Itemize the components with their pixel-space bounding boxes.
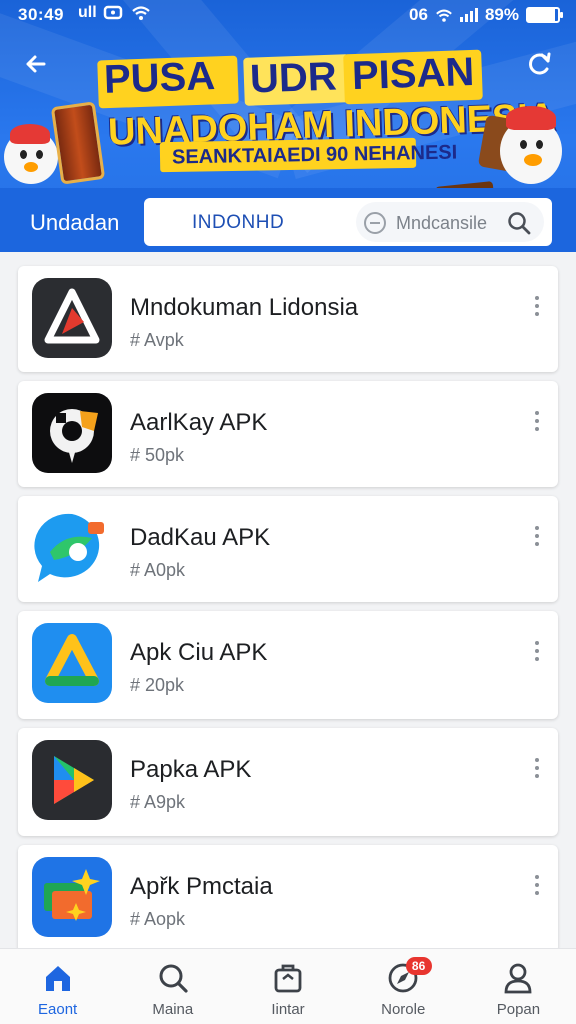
carrier-marks: ull [78, 4, 97, 21]
nav-label: Popan [496, 1001, 541, 1018]
more-options-icon[interactable] [532, 758, 542, 782]
drink-can-illustration [50, 101, 106, 185]
mascot-left-illustration [4, 124, 60, 186]
nav-item-search[interactable]: Maina [115, 949, 230, 1024]
list-item[interactable]: Apk Ciu APK # 20pk [18, 611, 558, 719]
app-meta: # 20pk [130, 675, 185, 695]
battery-icon [526, 7, 563, 23]
list-item[interactable]: Mndokuman Lidonsia # Avpk [18, 266, 558, 372]
nav-item-home[interactable]: Eaont [0, 949, 115, 1024]
status-right: 06 89% [409, 5, 563, 25]
nav-item-compass[interactable]: 86 Norole [346, 949, 461, 1024]
search-icon[interactable] [506, 210, 532, 236]
person-icon [505, 963, 532, 994]
search-icon [159, 964, 188, 993]
drive-triangle-icon [32, 623, 112, 703]
list-item[interactable]: AarlKay APK # 50pk [18, 381, 558, 487]
app-meta: # Aopk [130, 909, 186, 929]
banner-title-part: PUSA [103, 54, 216, 102]
clear-icon[interactable] [364, 212, 386, 234]
app-list: Mndokuman Lidonsia # Avpk AarlKay APK # … [18, 266, 558, 962]
wifi-icon [436, 9, 452, 22]
battery-fill [528, 9, 555, 21]
list-item[interactable]: Apřk Pmctaia # Aopk [18, 845, 558, 953]
app-name: AarlKay APK [130, 409, 268, 436]
chat-bubble-icon [32, 508, 112, 588]
more-options-icon[interactable] [532, 296, 542, 320]
nav-item-bag[interactable]: Iintar [230, 949, 345, 1024]
app-meta: # Avpk [130, 330, 184, 350]
app-meta: # 50pk [130, 445, 185, 465]
app-name: DadKau APK [130, 524, 271, 551]
nav-label: Eaont [38, 1001, 78, 1018]
notification-badge: 86 [405, 957, 432, 975]
nav-label: Norole [381, 1001, 426, 1018]
more-options-icon[interactable] [532, 411, 542, 435]
notification-icon [103, 5, 122, 20]
list-item[interactable]: Papka APK # A9pk [18, 728, 558, 836]
app-meta: # A0pk [130, 560, 186, 580]
app-name: Mndokuman Lidonsia [130, 294, 359, 321]
bottom-navigation: Eaont Maina Iintar 86 Norole Popan [0, 948, 576, 1024]
battery-percent: 89% [484, 5, 519, 24]
search-row: Undadan INDONHD Mndcansile [0, 188, 576, 252]
more-options-icon[interactable] [532, 875, 542, 899]
triangle-logo-icon [32, 278, 112, 358]
wifi-icon [131, 6, 150, 20]
mascot-right-illustration [500, 106, 564, 186]
status-left-icons: ull [78, 4, 151, 22]
nav-item-profile[interactable]: Popan [461, 949, 576, 1024]
signal-icon [459, 8, 478, 22]
search-input[interactable]: Mndcansile [356, 202, 544, 242]
app-name: Papka APK [130, 756, 252, 783]
status-bar: 30:49 ull 06 89% [0, 0, 576, 30]
bag-icon [274, 964, 302, 993]
gear-robot-icon [32, 393, 112, 473]
sparkle-folder-icon [32, 857, 112, 937]
more-options-icon[interactable] [532, 641, 542, 665]
app-name: Apřk Pmctaia [130, 873, 273, 900]
nav-label: Iintar [271, 1001, 305, 1018]
network-label: 06 [409, 5, 428, 24]
status-time: 30:49 [18, 5, 64, 24]
search-box[interactable]: INDONHD Mndcansile [144, 198, 552, 246]
banner-title-part: UDR [249, 54, 338, 102]
search-category-label[interactable]: Undadan [30, 210, 119, 236]
promo-banner[interactable]: PUSA UDR PISAN UNADOHAM INDONESIA SEANKT… [0, 28, 576, 213]
banner-title-part: PISAN [351, 49, 475, 99]
more-options-icon[interactable] [532, 526, 542, 550]
search-query[interactable]: INDONHD [192, 212, 284, 234]
app-meta: # A9pk [130, 792, 186, 812]
play-store-icon [32, 740, 112, 820]
search-placeholder: Mndcansile [396, 213, 488, 233]
list-item[interactable]: DadKau APK # A0pk [18, 496, 558, 602]
home-icon [45, 966, 70, 991]
app-name: Apk Ciu APK [130, 639, 268, 666]
nav-label: Maina [152, 1001, 194, 1018]
